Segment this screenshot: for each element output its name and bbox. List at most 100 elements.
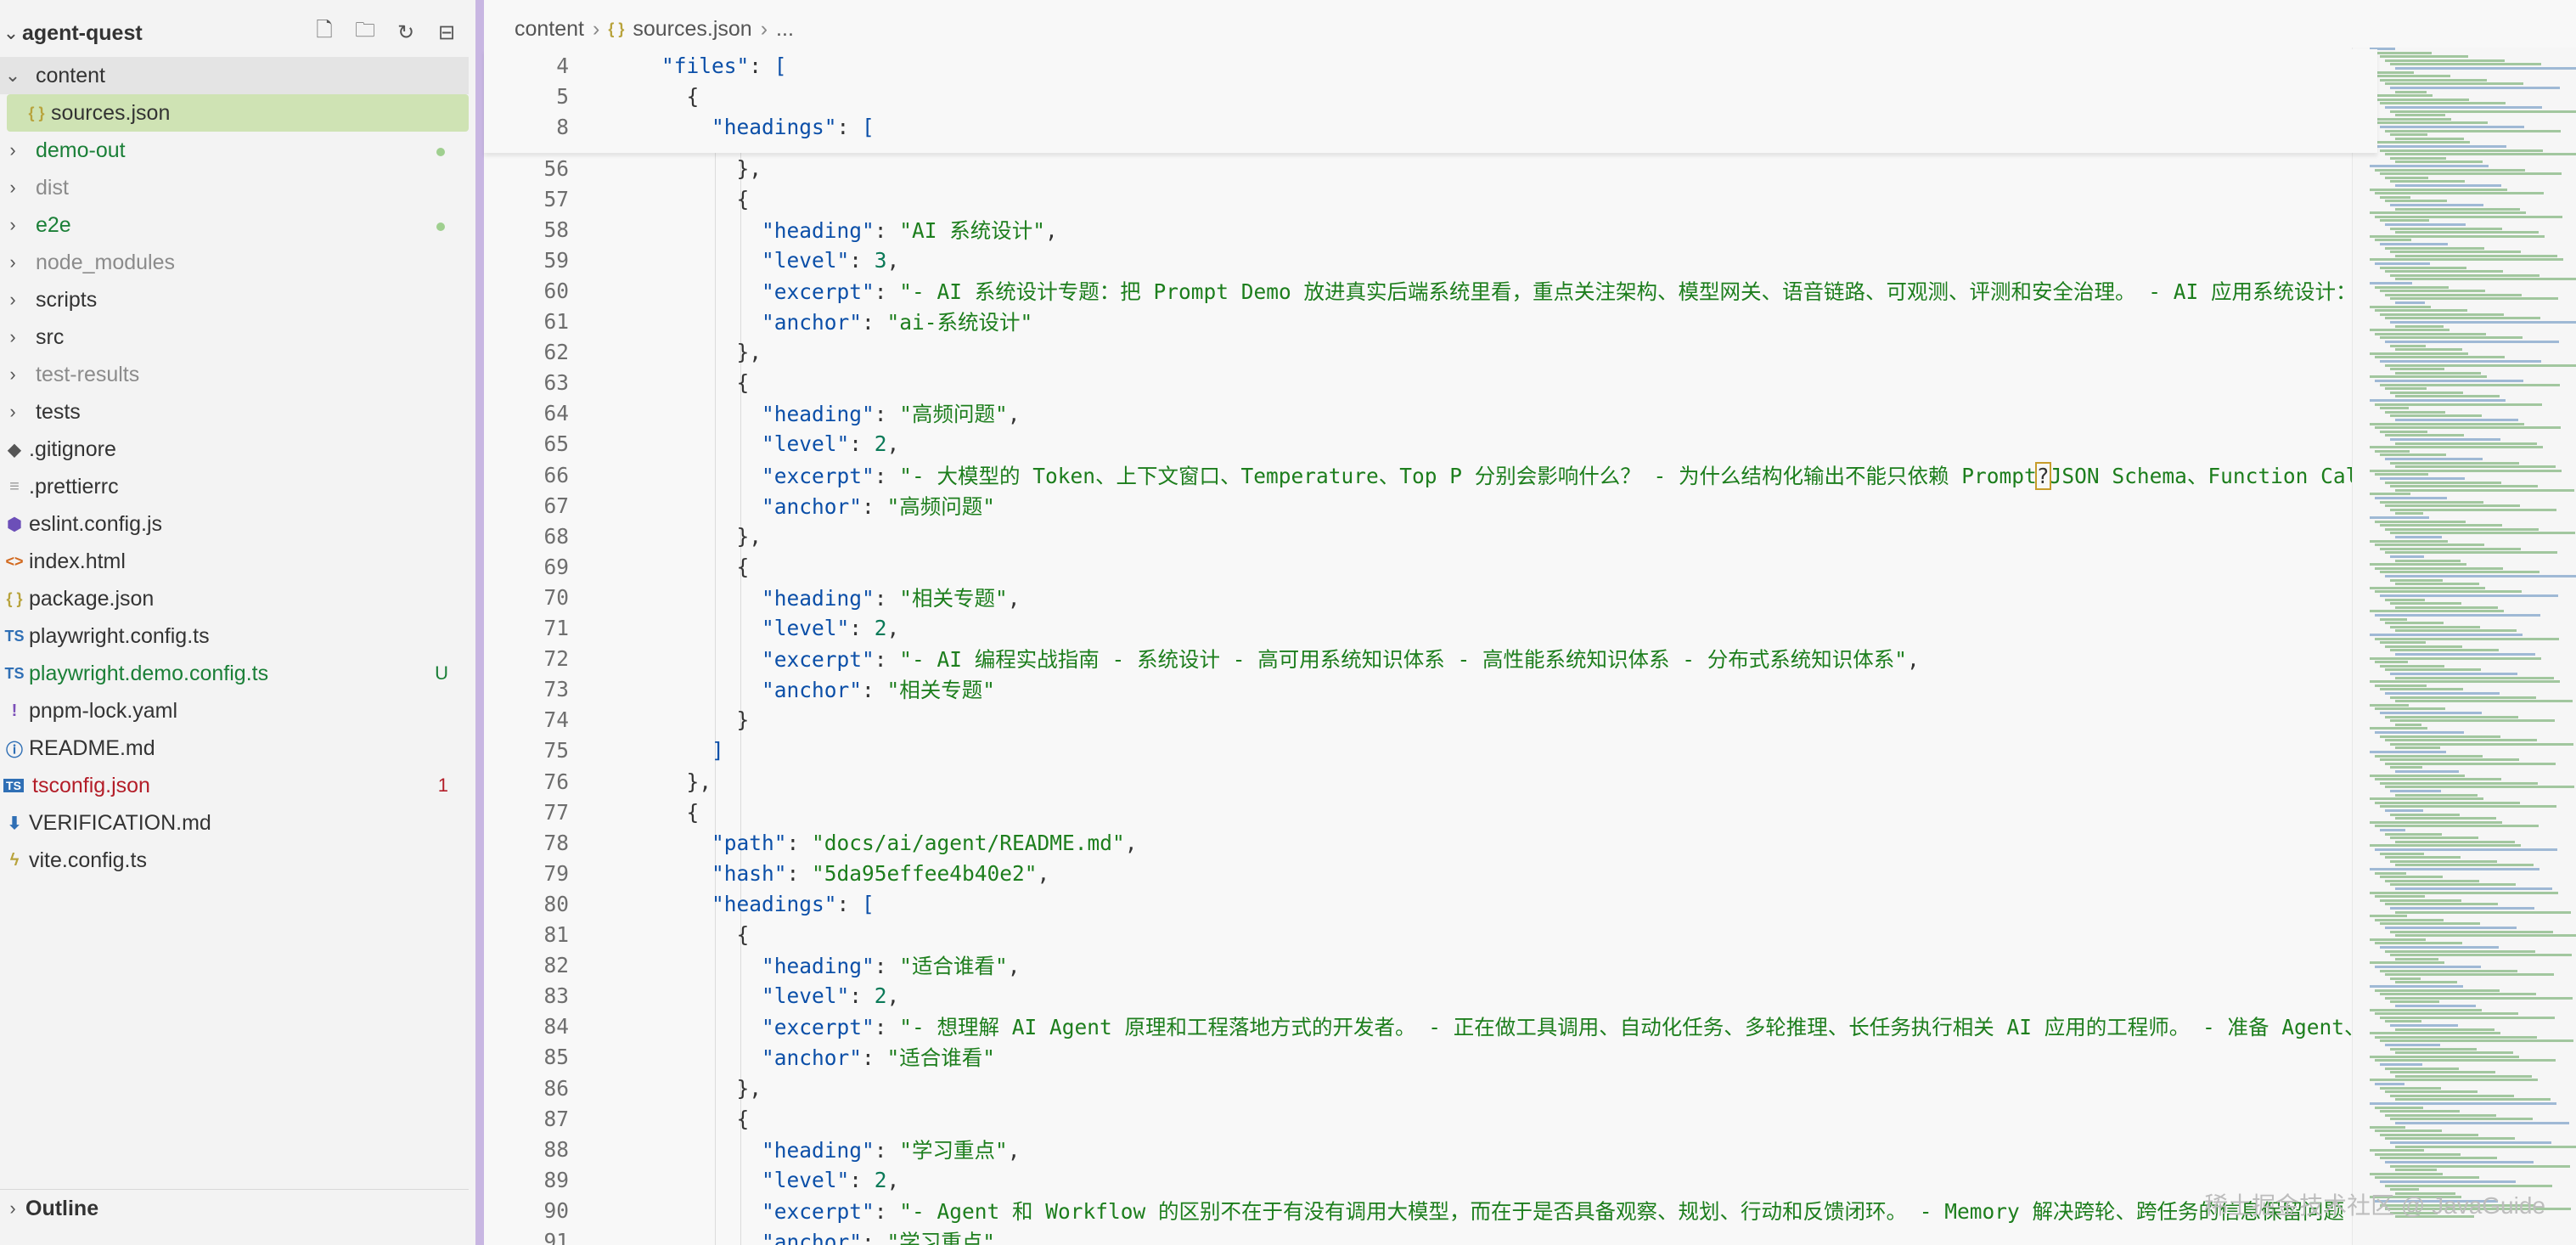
- tree-item[interactable]: TS playwright.config.ts: [0, 617, 469, 655]
- minimap-line: [2395, 1169, 2437, 1172]
- code-line[interactable]: 72 "excerpt": "- AI 编程实战指南 - 系统设计 - 高可用系统…: [484, 644, 1919, 674]
- chevron-down-icon[interactable]: ⌄: [0, 22, 22, 44]
- tree-item[interactable]: ! pnpm-lock.yaml: [0, 692, 469, 730]
- code-area[interactable]: 56}, 57{58 "heading": "AI 系统设计", 59 "level":…: [484, 0, 2377, 1245]
- minimap-line: [2380, 547, 2521, 550]
- minimap-line: [2375, 590, 2522, 594]
- minimap-line: [2385, 341, 2559, 343]
- tree-item[interactable]: › test-results: [0, 356, 469, 393]
- code-line[interactable]: 91 "anchor": "学习重点": [484, 1226, 995, 1245]
- code-line[interactable]: 75]: [484, 735, 723, 766]
- code-line[interactable]: 64 "heading": "高频问题",: [484, 398, 1021, 429]
- tree-item[interactable]: ⬢ eslint.config.js: [0, 505, 469, 543]
- code-token: "files": [661, 53, 750, 78]
- code-line[interactable]: 61 "anchor": "ai-系统设计": [484, 307, 1032, 337]
- minimap-line: [2390, 1000, 2439, 1004]
- tree-item[interactable]: ϟ vite.config.ts: [0, 842, 469, 879]
- code-line[interactable]: 82 "heading": "适合谁看",: [484, 950, 1020, 981]
- code-line[interactable]: 8 "headings": [: [484, 111, 875, 142]
- minimap-line: [2395, 957, 2438, 961]
- tree-item[interactable]: ≡ .prettierrc: [0, 468, 469, 505]
- minimap-line: [2395, 114, 2445, 117]
- tree-item[interactable]: › src: [0, 318, 469, 356]
- new-folder-icon[interactable]: 🗀: [350, 17, 380, 48]
- code-line[interactable]: 60 "excerpt": "- AI 系统设计专题：把 Prompt Demo …: [484, 275, 2377, 306]
- minimap-line: [2375, 848, 2557, 851]
- code-line[interactable]: 57 {: [484, 183, 749, 214]
- code-token: "高频问题": [899, 402, 1008, 427]
- code-token: "anchor": [762, 310, 863, 335]
- refresh-icon[interactable]: ↻: [391, 17, 421, 48]
- minimap-line: [2375, 801, 2520, 804]
- tree-item[interactable]: › scripts: [0, 281, 469, 318]
- code-line[interactable]: 81 {: [484, 920, 749, 950]
- minimap[interactable]: [2352, 48, 2576, 1245]
- minimap-line: [2385, 200, 2447, 203]
- tree-item[interactable]: ⌄ content: [0, 57, 469, 94]
- new-file-icon[interactable]: 🗋: [309, 17, 340, 48]
- code-line[interactable]: 58 "heading": "AI 系统设计",: [484, 214, 1057, 245]
- code-line[interactable]: 71 "level": 2,: [484, 613, 899, 644]
- code-line[interactable]: 76},: [484, 766, 711, 797]
- outline-section[interactable]: › Outline: [0, 1189, 469, 1227]
- minimap-line: [2375, 1012, 2518, 1016]
- breadcrumb-item[interactable]: ...: [776, 17, 794, 42]
- code-line[interactable]: 80 "headings": [: [484, 888, 874, 919]
- code-line[interactable]: 84 "excerpt": "- 想理解 AI Agent 原理和工程落地方式的开…: [484, 1011, 2377, 1042]
- code-line[interactable]: 73 "anchor": "相关专题": [484, 674, 995, 705]
- code-line[interactable]: 59 "level": 3,: [484, 245, 899, 275]
- code-line[interactable]: 62},: [484, 337, 762, 368]
- code-line[interactable]: 88 "heading": "学习重点",: [484, 1134, 1020, 1164]
- code-line[interactable]: 89 "level": 2,: [484, 1164, 899, 1195]
- code-line[interactable]: 86},: [484, 1073, 762, 1103]
- code-line[interactable]: 77 {: [484, 797, 699, 827]
- line-text: {: [737, 555, 750, 579]
- code-line[interactable]: 63 {: [484, 368, 749, 398]
- code-line[interactable]: 70 "heading": "相关专题",: [484, 582, 1020, 612]
- breadcrumb-item[interactable]: sources.json: [633, 17, 751, 42]
- code-line[interactable]: 4 "files": [: [484, 50, 786, 81]
- minimap-line: [2380, 149, 2543, 152]
- code-line[interactable]: 83 "level": 2,: [484, 981, 899, 1011]
- minimap-line: [2375, 731, 2464, 734]
- tree-item[interactable]: ⬇ VERIFICATION.md: [0, 804, 469, 842]
- sidebar-resize-sash[interactable]: [475, 0, 484, 1245]
- code-line[interactable]: 5{: [484, 81, 699, 111]
- tree-item[interactable]: { } sources.json: [7, 94, 469, 132]
- tree-item[interactable]: › tests: [0, 393, 469, 431]
- code-line[interactable]: 67 "anchor": "高频问题": [484, 490, 995, 521]
- minimap-line: [2385, 363, 2576, 367]
- code-line[interactable]: 74}: [484, 705, 749, 735]
- sticky-scroll-header[interactable]: 4 "files": [5{8 "headings": [: [484, 49, 2377, 153]
- code-line[interactable]: 56},: [484, 153, 762, 183]
- tree-item[interactable]: › demo-out: [0, 132, 469, 169]
- tree-item[interactable]: ⓘ README.md: [0, 730, 469, 767]
- tree-item[interactable]: TS tsconfig.json 1: [0, 767, 469, 804]
- tree-item[interactable]: › node_modules: [0, 244, 469, 281]
- tree-item[interactable]: TS playwright.demo.config.ts U: [0, 655, 469, 692]
- collapse-all-icon[interactable]: ⊟: [431, 17, 462, 48]
- minimap-line: [2390, 977, 2421, 980]
- minimap-line: [2390, 251, 2521, 254]
- code-line[interactable]: 87 {: [484, 1103, 749, 1134]
- code-line[interactable]: 85 "anchor": "适合谁看": [484, 1042, 995, 1073]
- code-line[interactable]: 68},: [484, 521, 762, 551]
- code-line[interactable]: 69 {: [484, 551, 749, 582]
- code-line[interactable]: 78 "path": "docs/ai/agent/README.md",: [484, 827, 1137, 858]
- tree-item[interactable]: <> index.html: [0, 543, 469, 580]
- typescript-file-icon: TS: [4, 664, 25, 682]
- code-line[interactable]: 65 "level": 2,: [484, 429, 899, 459]
- code-line[interactable]: 90 "excerpt": "- Agent 和 Workflow 的区别不在于有…: [484, 1195, 2344, 1225]
- tree-item[interactable]: ◆ .gitignore: [0, 431, 469, 468]
- watermark: 稀土掘金技术社区 @ JavaGuide: [2204, 1192, 2545, 1219]
- tree-item[interactable]: { } package.json: [0, 580, 469, 617]
- line-number: 86: [543, 1075, 569, 1101]
- code-line[interactable]: 66 "excerpt": "- 大模型的 Token、上下文窗口、Tempera…: [484, 459, 2377, 490]
- code-token: ,: [1007, 402, 1021, 427]
- code-line[interactable]: 79 "hash": "5da95effee4b40e2",: [484, 858, 1049, 888]
- breadcrumb-item[interactable]: content: [515, 17, 584, 42]
- code-editor[interactable]: 56}, 57{58 "heading": "AI 系统设计", 59 "level":…: [484, 0, 2576, 1245]
- tree-item[interactable]: › e2e: [0, 206, 469, 244]
- tree-item[interactable]: › dist: [0, 169, 469, 206]
- tree-item-label: VERIFICATION.md: [29, 810, 211, 835]
